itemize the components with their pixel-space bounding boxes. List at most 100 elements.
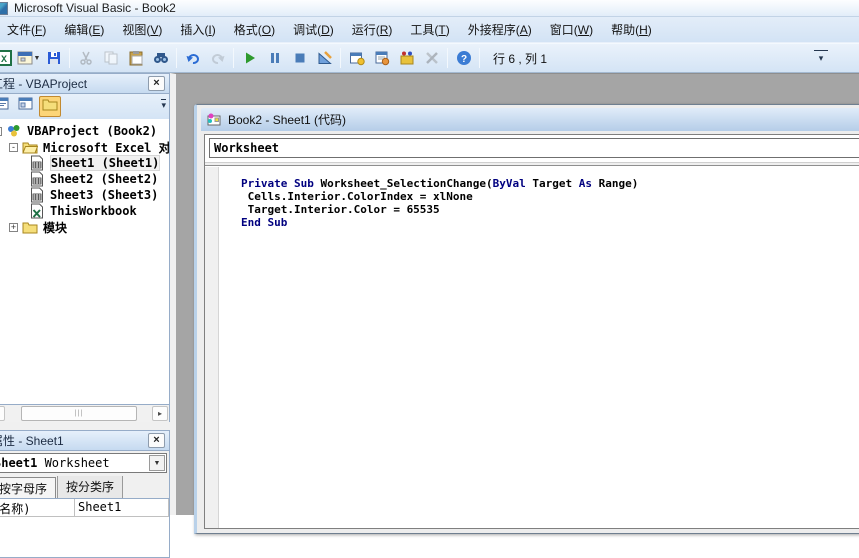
folder-closed-icon (22, 219, 38, 235)
panel-splitter[interactable] (0, 422, 170, 430)
view-code-button[interactable] (0, 96, 13, 117)
project-explorer-close-icon[interactable]: × (148, 76, 165, 91)
margin-indicator-bar[interactable] (205, 167, 219, 528)
collapse-icon[interactable]: - (9, 143, 18, 152)
project-tree-hscrollbar[interactable]: ◂ ||| ▸ (0, 405, 170, 422)
project-icon (6, 123, 22, 139)
cursor-position-label: 行 6 , 列 1 (493, 50, 547, 67)
tools-icon (424, 50, 440, 66)
tab-categorized[interactable]: 按分类序 (57, 475, 123, 498)
tree-item-sheet3-sheet3[interactable]: Sheet3 (Sheet3) (0, 187, 169, 203)
properties-close-icon[interactable]: × (148, 433, 165, 448)
scroll-left-icon[interactable]: ◂ (0, 406, 5, 421)
object-selector-dropdown-icon[interactable]: ▼ (149, 455, 165, 471)
toolbar-overflow-icon[interactable]: ▾ (814, 50, 828, 66)
menu-item-V[interactable]: 视图(V) (113, 17, 171, 42)
project-explorer-header[interactable]: 工程 - VBAProject × (0, 73, 170, 94)
excel-icon: X (0, 50, 12, 66)
property-name[interactable]: (名称) (0, 499, 75, 517)
properties-window-button[interactable] (370, 47, 393, 69)
reset-button[interactable] (288, 47, 311, 69)
design-icon (317, 50, 333, 66)
menu-item-W[interactable]: 窗口(W) (541, 17, 602, 42)
window-titlebar[interactable]: Microsoft Visual Basic - Book2 (0, 0, 859, 17)
selected-object-name: Sheet1 (0, 456, 37, 470)
object-combo-row: Worksheet (205, 135, 859, 162)
left-column: 工程 - VBAProject × ▾ -VBAProject (Book2)-… (0, 73, 170, 515)
find-icon (153, 50, 169, 66)
menu-item-D[interactable]: 调试(D) (284, 17, 343, 42)
view-excel-button[interactable]: X (0, 47, 15, 69)
menu-item-A[interactable]: 外接程序(A) (459, 17, 541, 42)
project-toolbar-overflow-icon[interactable]: ▾ (161, 99, 166, 111)
code-window-icon (206, 112, 222, 128)
properties-object-selector[interactable]: Sheet1 Worksheet (0, 453, 167, 473)
menu-item-I[interactable]: 插入(I) (171, 17, 224, 42)
tree-item-microsoft-excel[interactable]: -Microsoft Excel 对象 (0, 139, 169, 155)
redo-button[interactable] (206, 47, 229, 69)
code-window-titlebar[interactable]: Book2 - Sheet1 (代码) (201, 108, 859, 131)
code-editor[interactable]: Private Sub Worksheet_SelectionChange(By… (205, 167, 859, 528)
copy-button[interactable] (99, 47, 122, 69)
save-button[interactable] (42, 47, 65, 69)
property-value[interactable]: Sheet1 (75, 499, 169, 517)
menu-item-F[interactable]: 文件(F) (0, 17, 55, 42)
cut-button[interactable] (74, 47, 97, 69)
window-title: Microsoft Visual Basic - Book2 (14, 1, 176, 15)
scroll-right-icon[interactable]: ▸ (152, 406, 168, 421)
menu-item-O[interactable]: 格式(O) (225, 17, 284, 42)
help-button[interactable]: ? (452, 47, 475, 69)
tree-item-sheet1-sheet1[interactable]: Sheet1 (Sheet1) (0, 155, 169, 171)
menu-item-T[interactable]: 工具(T) (401, 17, 458, 42)
tree-item-label: Sheet1 (Sheet1) (50, 155, 160, 171)
break-icon (267, 50, 283, 66)
find-button[interactable] (149, 47, 172, 69)
tree-item-label: Sheet2 (Sheet2) (50, 172, 158, 186)
code-line[interactable]: Target.Interior.Color = 65535 (241, 203, 638, 216)
scrollbar-thumb[interactable]: ||| (21, 406, 137, 421)
project-tree: -VBAProject (Book2)-Microsoft Excel 对象Sh… (0, 119, 170, 405)
tree-item-[interactable]: +模块 (0, 219, 169, 235)
dropdown-arrow-icon[interactable]: ▼ (34, 55, 41, 62)
break-button[interactable] (263, 47, 286, 69)
view-object-button[interactable] (15, 96, 37, 117)
menu-item-R[interactable]: 运行(R) (343, 17, 402, 42)
objbrowser-icon (399, 50, 415, 66)
mdi-background: Book2 - Sheet1 (代码) Worksheet Private Su… (170, 73, 859, 515)
code-window: Book2 - Sheet1 (代码) Worksheet Private Su… (194, 104, 859, 534)
collapse-icon[interactable]: - (0, 127, 2, 136)
project-explorer-button[interactable] (345, 47, 368, 69)
props-icon (374, 50, 390, 66)
paste-button[interactable] (124, 47, 147, 69)
code-line[interactable]: Private Sub Worksheet_SelectionChange(By… (241, 177, 638, 190)
tab-alphabetic[interactable]: 按字母序 (0, 477, 56, 498)
userform-icon (17, 50, 33, 66)
properties-object-row: Sheet1 Worksheet ▼ (0, 451, 170, 476)
reset-icon (292, 50, 308, 66)
menu-item-E[interactable]: 编辑(E) (55, 17, 113, 42)
menu-item-H[interactable]: 帮助(H) (602, 17, 661, 42)
object-browser-button[interactable] (395, 47, 418, 69)
object-combo[interactable]: Worksheet (209, 138, 859, 158)
property-row[interactable]: (名称) Sheet1 (0, 499, 169, 517)
toolbox-button[interactable] (420, 47, 443, 69)
view-code-icon (0, 96, 10, 117)
expand-icon[interactable]: + (9, 223, 18, 232)
vba-editor-window: Microsoft Visual Basic - Book2 文件(F)编辑(E… (0, 0, 859, 515)
redo-icon (210, 50, 226, 66)
properties-header[interactable]: 属性 - Sheet1 × (0, 430, 170, 451)
tree-item-thisworkbook[interactable]: ThisWorkbook (0, 203, 169, 219)
run-button[interactable] (238, 47, 261, 69)
tree-item-vbaproject-book2[interactable]: -VBAProject (Book2) (0, 123, 169, 139)
insert-userform-button[interactable]: ▼ (17, 47, 40, 69)
code-text[interactable]: Private Sub Worksheet_SelectionChange(By… (241, 177, 638, 229)
toggle-folders-button[interactable] (39, 96, 61, 117)
design-mode-button[interactable] (313, 47, 336, 69)
tree-item-sheet2-sheet2[interactable]: Sheet2 (Sheet2) (0, 171, 169, 187)
view-object-icon (18, 96, 34, 117)
toolbar-separator (340, 48, 341, 68)
code-line[interactable]: Cells.Interior.ColorIndex = xlNone (241, 190, 638, 203)
undo-button[interactable] (181, 47, 204, 69)
code-line[interactable]: End Sub (241, 216, 638, 229)
copy-icon (103, 50, 119, 66)
